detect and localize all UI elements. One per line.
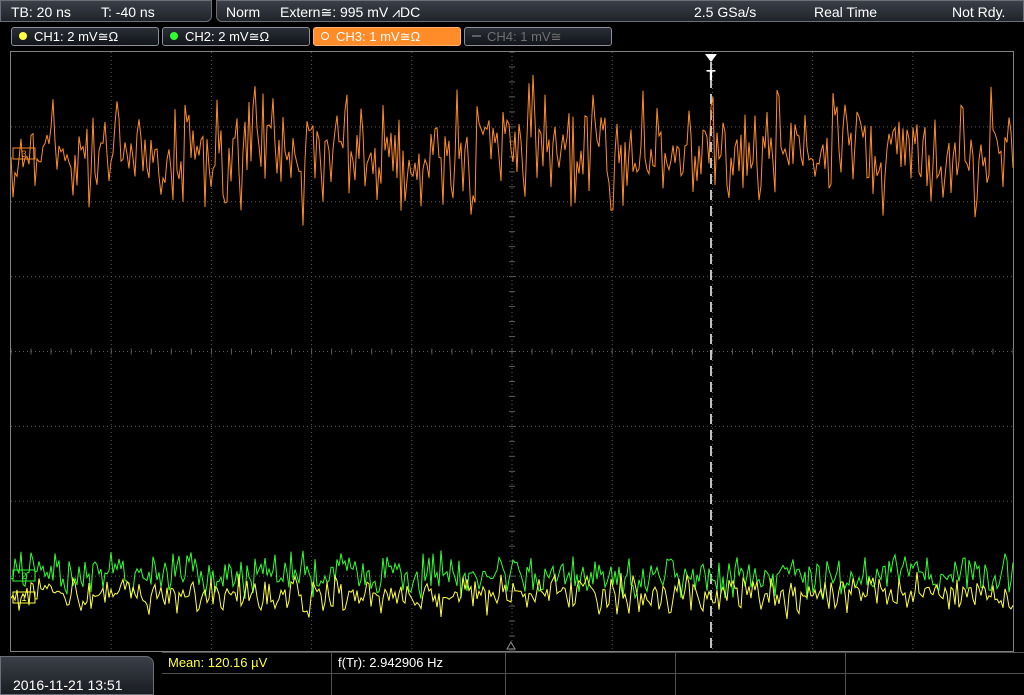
bottom-bar: 2016-11-21 13:51 Mean: 120.16 µV f(Tr): … bbox=[0, 652, 1024, 695]
channel-tab-label: CH3: 1 mV≅Ω bbox=[336, 29, 421, 44]
trigger-time-label[interactable]: T: -40 ns bbox=[101, 4, 155, 20]
trigger-mode-label[interactable]: Norm bbox=[226, 4, 260, 20]
measurement-slot[interactable] bbox=[676, 653, 846, 674]
ch3-marker-label: 3 bbox=[21, 149, 26, 159]
channel-tab-label: CH2: 2 mV≅Ω bbox=[185, 29, 270, 44]
measurement-slot[interactable] bbox=[506, 653, 676, 674]
measurement-slot[interactable] bbox=[506, 674, 676, 695]
channel-tab-ch2[interactable]: CH2: 2 mV≅Ω bbox=[162, 27, 310, 46]
trigger-source-label[interactable]: Extern≅: 995 mV ⩘DC bbox=[280, 4, 420, 21]
measurement-slot[interactable] bbox=[676, 674, 846, 695]
ch2-indicator-icon bbox=[170, 32, 178, 40]
trigger-position-arrow-icon[interactable] bbox=[705, 54, 717, 62]
time-reference-icon bbox=[506, 640, 516, 650]
waveform-display[interactable]: T 3 2 1 bbox=[10, 51, 1015, 653]
ch1-waveform bbox=[11, 572, 1014, 619]
acquisition-mode-label[interactable]: Real Time bbox=[814, 4, 877, 20]
ch3-waveform bbox=[11, 74, 1014, 226]
status-bar: TB: 20 ns T: -40 ns Norm Extern≅: 995 mV… bbox=[0, 0, 1024, 24]
trigger-panel[interactable]: Norm Extern≅: 995 mV ⩘DC 2.5 GSa/s Real … bbox=[216, 0, 1024, 22]
measurement-slot[interactable] bbox=[332, 674, 506, 695]
channel-tabs: CH1: 2 mV≅Ω CH2: 2 mV≅Ω CH3: 1 mV≅Ω CH4:… bbox=[0, 24, 1024, 50]
ch1-indicator-icon bbox=[19, 32, 27, 40]
channel-tab-label: CH4: 1 mV≅ bbox=[487, 29, 562, 44]
ch2-offset-marker[interactable]: 2 bbox=[12, 569, 36, 582]
channel-tab-ch1[interactable]: CH1: 2 mV≅Ω bbox=[11, 27, 159, 46]
timebase-panel[interactable]: TB: 20 ns T: -40 ns bbox=[0, 0, 212, 22]
run-status-label: Not Rdy. bbox=[952, 4, 1006, 20]
ch4-indicator-icon bbox=[472, 35, 481, 37]
measurement-frequency[interactable]: f(Tr): 2.942906 Hz bbox=[332, 653, 506, 674]
trigger-marker-label: T bbox=[706, 67, 715, 84]
measurement-slot[interactable] bbox=[846, 674, 1024, 695]
waveform-canvas[interactable]: T 3 2 1 bbox=[11, 52, 1015, 653]
measurement-slot[interactable] bbox=[162, 674, 332, 695]
measurement-mean[interactable]: Mean: 120.16 µV bbox=[162, 653, 332, 674]
channel-tab-label: CH1: 2 mV≅Ω bbox=[34, 29, 119, 44]
frequency-value: f(Tr): 2.942906 Hz bbox=[338, 655, 444, 670]
datetime-label: 2016-11-21 13:51 bbox=[13, 677, 123, 693]
channel-tab-ch3[interactable]: CH3: 1 mV≅Ω bbox=[313, 27, 461, 46]
measurement-panel[interactable]: Mean: 120.16 µV f(Tr): 2.942906 Hz bbox=[162, 652, 1024, 695]
mean-value: Mean: 120.16 µV bbox=[168, 655, 268, 670]
sample-rate-label[interactable]: 2.5 GSa/s bbox=[694, 4, 756, 20]
ch3-offset-marker[interactable]: 3 bbox=[12, 147, 36, 160]
channel-tab-ch4[interactable]: CH4: 1 mV≅ bbox=[464, 27, 612, 46]
measurement-slot[interactable] bbox=[846, 653, 1024, 674]
ch2-marker-label: 2 bbox=[21, 571, 26, 581]
graticule bbox=[11, 52, 1014, 652]
ch3-indicator-icon bbox=[321, 32, 329, 40]
datetime-panel: 2016-11-21 13:51 bbox=[0, 656, 154, 695]
ch1-marker-label: 1 bbox=[21, 593, 26, 603]
timebase-label[interactable]: TB: 20 ns bbox=[11, 4, 71, 20]
